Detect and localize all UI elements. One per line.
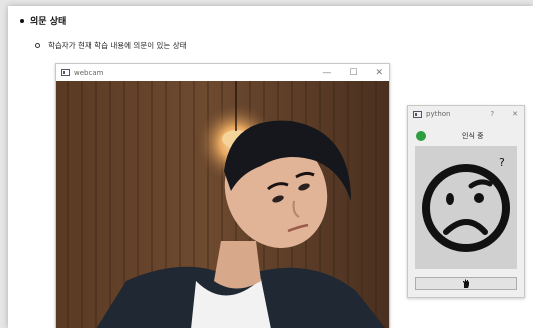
python-titlebar[interactable]: python ? ✕ [408,106,524,122]
close-button[interactable]: ✕ [375,68,383,78]
sub-bullet-item: 학습자가 현재 학습 내용에 의문이 있는 상태 [35,40,187,51]
hand-icon [463,279,469,288]
document-page: 의문 상태 학습자가 현재 학습 내용에 의문이 있는 상태 webcam — … [8,6,533,328]
bullet-dot [20,18,24,23]
webcam-titlebar[interactable]: webcam — ☐ ✕ [56,64,389,81]
status-row: 인식 중 [408,128,524,144]
question-mark: ? [499,156,505,169]
maximize-button[interactable]: ☐ [349,68,357,78]
window-app-icon [61,69,70,76]
minimize-button[interactable]: — [322,68,331,78]
webcam-window-title: webcam [74,68,104,77]
close-button[interactable]: ✕ [512,110,518,118]
bullet-item: 의문 상태 [20,14,66,27]
help-button[interactable]: ? [490,110,494,118]
webcam-video-feed [56,81,389,328]
python-window-title: python [426,110,451,118]
section-heading: 의문 상태 [30,17,67,27]
sub-bullet-text: 학습자가 현재 학습 내용에 의문이 있는 상태 [48,41,187,50]
status-indicator-icon [416,131,426,141]
hand-button[interactable] [415,277,517,290]
webcam-window: webcam — ☐ ✕ [55,63,390,328]
emotion-display: ? [415,146,517,269]
python-window: python ? ✕ 인식 중 ? [407,105,525,298]
webcam-frame-illustration [56,81,389,328]
status-text: 인식 중 [462,132,484,140]
window-app-icon [413,110,422,118]
sub-bullet-circle [35,43,40,48]
